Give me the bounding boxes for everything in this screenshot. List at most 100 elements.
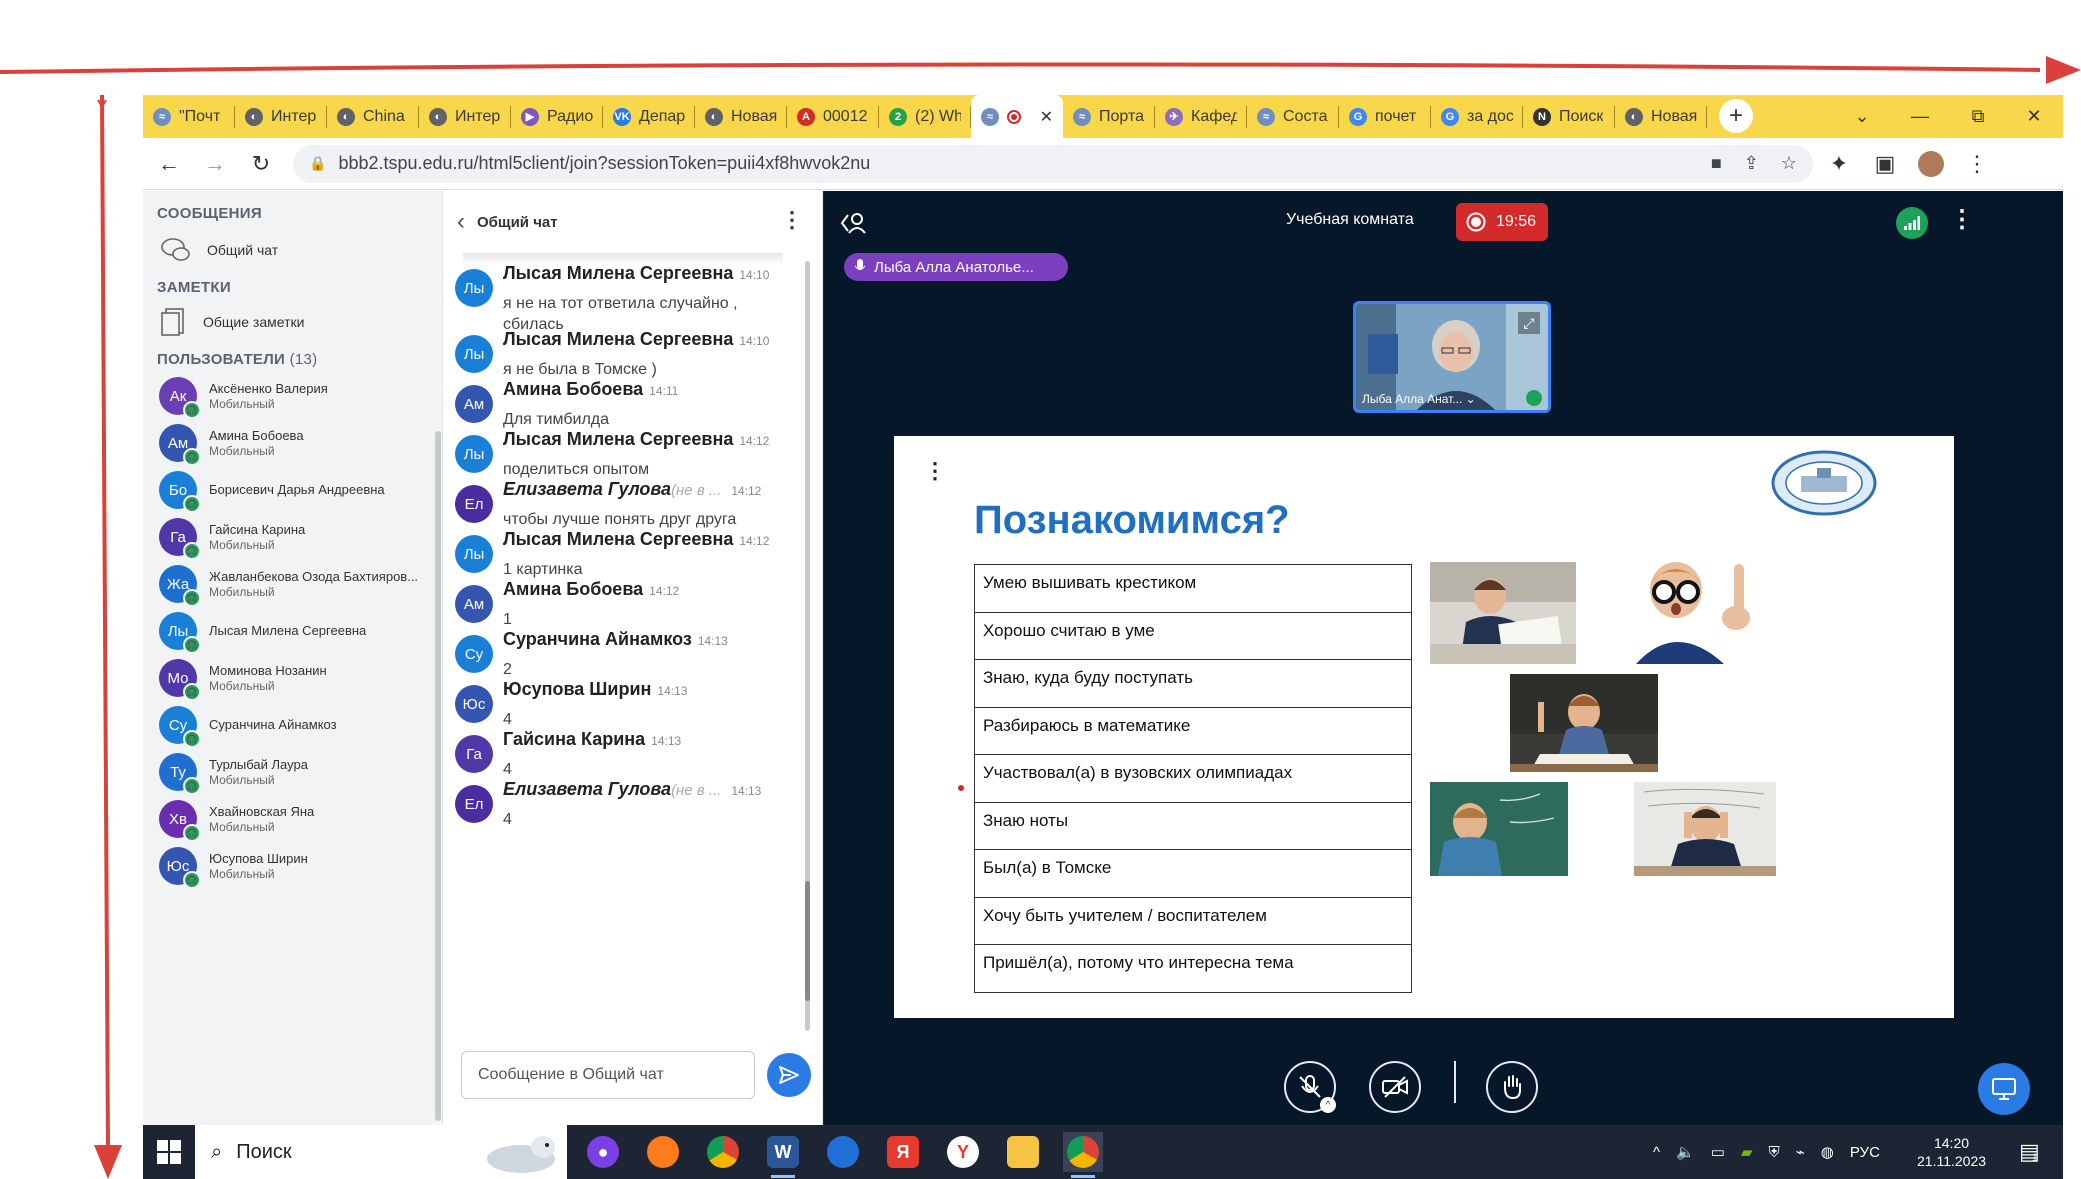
tray-expand-icon[interactable]: ^ [1653, 1144, 1660, 1161]
browser-tab[interactable]: ◐ Интер [419, 95, 511, 138]
browser-tab[interactable]: ✈ Кафед [1155, 95, 1247, 138]
user-list-item[interactable]: Су 🎧 Суранчина Айнамкоз [159, 706, 439, 748]
minimize-button[interactable]: — [1891, 95, 1949, 138]
meeting-options-icon[interactable]: ⋮ [1950, 205, 1974, 234]
connection-status-icon[interactable] [1896, 207, 1928, 239]
share-webcam-button[interactable] [1369, 1061, 1421, 1113]
user-list-scrollbar[interactable] [435, 431, 441, 1121]
user-list-item[interactable]: Бо 🎧 Борисевич Дарья Андреевна [159, 471, 439, 513]
new-tab-button[interactable]: + [1719, 99, 1753, 133]
taskbar-app-purple[interactable]: ● [583, 1132, 623, 1172]
extensions-icon[interactable]: ✦ [1819, 144, 1859, 184]
public-chat-item[interactable]: Общий чат [161, 237, 278, 263]
audio-options-icon[interactable]: ^ [1320, 1097, 1336, 1113]
browser-tab[interactable]: ◐ Новая [695, 95, 787, 138]
reload-button[interactable]: ↻ [241, 144, 281, 184]
presentation-area: Учебная комната 19:56 ⋮ Лыба Алла Анатол… [824, 191, 2063, 1125]
network-icon[interactable]: ◍ [1821, 1143, 1834, 1161]
user-list-item[interactable]: Ак 🎧 Аксёненко Валерия Мобильный [159, 377, 439, 419]
usb-icon[interactable]: ⌁ [1796, 1143, 1805, 1161]
user-list-item[interactable]: Ам 🎧 Амина Бобоева Мобильный [159, 424, 439, 466]
user-list-item[interactable]: Лы 🎧 Лысая Милена Сергеевна [159, 612, 439, 654]
restore-button[interactable]: ⧉ [1949, 95, 2007, 138]
tab-close-icon[interactable]: ✕ [1040, 107, 1053, 127]
browser-tab[interactable]: ≈ ✕ [971, 95, 1063, 138]
raise-hand-icon [1504, 1075, 1521, 1100]
close-window-button[interactable]: ✕ [2005, 95, 2063, 138]
browser-tab[interactable]: ◐ Новая [1615, 95, 1707, 138]
chat-options-icon[interactable]: ⋮ [781, 207, 803, 233]
windows-start-icon[interactable] [157, 1140, 181, 1164]
message-text: 1 картинка [503, 561, 583, 578]
unmute-button[interactable]: ^ [1284, 1061, 1336, 1113]
browser-tab[interactable]: Gпочет [1339, 95, 1431, 138]
chat-scroll-thumb[interactable] [805, 881, 810, 1001]
volume-icon[interactable]: 🔈 [1676, 1143, 1695, 1161]
shared-notes-item[interactable]: Общие заметки [161, 307, 304, 337]
chrome-menu-icon[interactable]: ⋮ [1957, 144, 1997, 184]
talking-indicator[interactable]: Лыба Алла Анатолье... [844, 253, 1068, 281]
camera-blocked-icon[interactable]: ■ [1711, 153, 1722, 174]
user-list-item[interactable]: Хв 🎧 Хвайновская Яна Мобильный [159, 800, 439, 842]
browser-tab[interactable]: N Поиск [1523, 95, 1615, 138]
listen-only-icon: 🎧 [183, 636, 201, 654]
webcam-name-label[interactable]: Лыба Алла Анат... ⌄ [1362, 392, 1476, 406]
user-list-item[interactable]: Га 🎧 Гайсина Карина Мобильный [159, 518, 439, 560]
defender-icon[interactable]: ⛨ [1768, 1144, 1779, 1161]
slide-table-row: Умею вышивать крестиком [974, 564, 1412, 613]
taskbar-app-blue-icon[interactable] [823, 1132, 863, 1172]
browser-tab[interactable]: ≈ Порта [1063, 95, 1155, 138]
fullscreen-icon[interactable]: ⤢ [1518, 312, 1540, 334]
hide-users-icon[interactable] [840, 211, 866, 235]
user-avatar: Ам 🎧 [159, 424, 201, 466]
url-text: bbb2.tspu.edu.ru/html5client/join?sessio… [338, 153, 871, 173]
message-author: Лысая Милена Сергеевна 14:10 [503, 329, 769, 350]
browser-tab[interactable]: ◐ Интер [235, 95, 327, 138]
browser-tab[interactable]: VK Депар [603, 95, 695, 138]
taskbar-file-explorer-icon[interactable] [1003, 1132, 1043, 1172]
taskbar-chrome-icon[interactable] [703, 1132, 743, 1172]
user-list-item[interactable]: Ту 🎧 Турлыбай Лаура Мобильный [159, 753, 439, 795]
user-avatar: Мо 🎧 [159, 659, 201, 701]
webcam-video[interactable]: ⤢ Лыба Алла Анат... ⌄ [1353, 301, 1551, 413]
raise-hand-button[interactable] [1486, 1061, 1538, 1113]
browser-tab[interactable]: ≈ Соста [1247, 95, 1339, 138]
notifications-button[interactable]: ▤ 1 [2019, 1125, 2040, 1179]
browser-tab[interactable]: 2 (2) Wh [879, 95, 971, 138]
browser-tab[interactable]: ▶ Радио [511, 95, 603, 138]
presentation-toggle-button[interactable] [1978, 1063, 2030, 1115]
language-indicator[interactable]: РУС [1850, 1144, 1880, 1161]
browser-tab[interactable]: ◐ China [327, 95, 419, 138]
nvidia-icon[interactable]: ▰ [1741, 1143, 1753, 1161]
bookmark-star-icon[interactable]: ☆ [1781, 153, 1797, 174]
user-list-item[interactable]: Жа 🎧 Жавланбекова Озода Бахтияров... Мобиль… [159, 565, 439, 607]
send-message-button[interactable] [767, 1053, 811, 1097]
message-author: Елизавета Гулова(не в ... 14:13 [503, 779, 761, 800]
back-button[interactable]: ← [149, 144, 189, 184]
share-icon[interactable]: ⇪ [1744, 153, 1759, 174]
slide-menu-icon[interactable]: ⋮ [924, 458, 946, 484]
browser-tab[interactable]: ≈ "Почт [143, 95, 235, 138]
taskbar-yandex-icon[interactable]: Я [883, 1132, 923, 1172]
user-list-item[interactable]: Мо 🎧 Моминова Нозанин Мобильный [159, 659, 439, 701]
taskbar-word-icon[interactable]: W [763, 1132, 803, 1178]
taskbar-firefox-icon[interactable] [643, 1132, 683, 1172]
forward-button[interactable]: → [195, 144, 235, 184]
clock[interactable]: 14:20 21.11.2023 [1917, 1125, 1986, 1179]
profile-avatar[interactable] [1911, 144, 1951, 184]
chat-back-icon[interactable]: ‹ [457, 208, 465, 236]
chat-message-input[interactable]: Сообщение в Общий чат [461, 1051, 755, 1099]
browser-tab[interactable]: Gза дос [1431, 95, 1523, 138]
address-bar[interactable]: 🔒 bbb2.tspu.edu.ru/html5client/join?sess… [293, 144, 1813, 183]
taskbar-yandex-browser-icon[interactable]: Y [943, 1132, 983, 1172]
browser-tab[interactable]: A 00012 [787, 95, 879, 138]
chat-scrollbar[interactable] [805, 261, 810, 1031]
display-icon[interactable]: ▭ [1711, 1143, 1725, 1161]
user-list-item[interactable]: Юс 🎧 Юсупова Ширин Мобильный [159, 847, 439, 889]
user-list-panel: СООБЩЕНИЯ Общий чат ЗАМЕТКИ Общие заметк… [143, 191, 443, 1125]
side-panel-icon[interactable]: ▣ [1865, 144, 1905, 184]
tab-search-icon[interactable]: ⌄ [1833, 95, 1891, 138]
taskbar-chrome-active-icon[interactable] [1063, 1132, 1103, 1178]
recording-indicator[interactable]: 19:56 [1456, 203, 1548, 241]
taskbar-search-box[interactable]: ⌕ Поиск [195, 1125, 567, 1179]
